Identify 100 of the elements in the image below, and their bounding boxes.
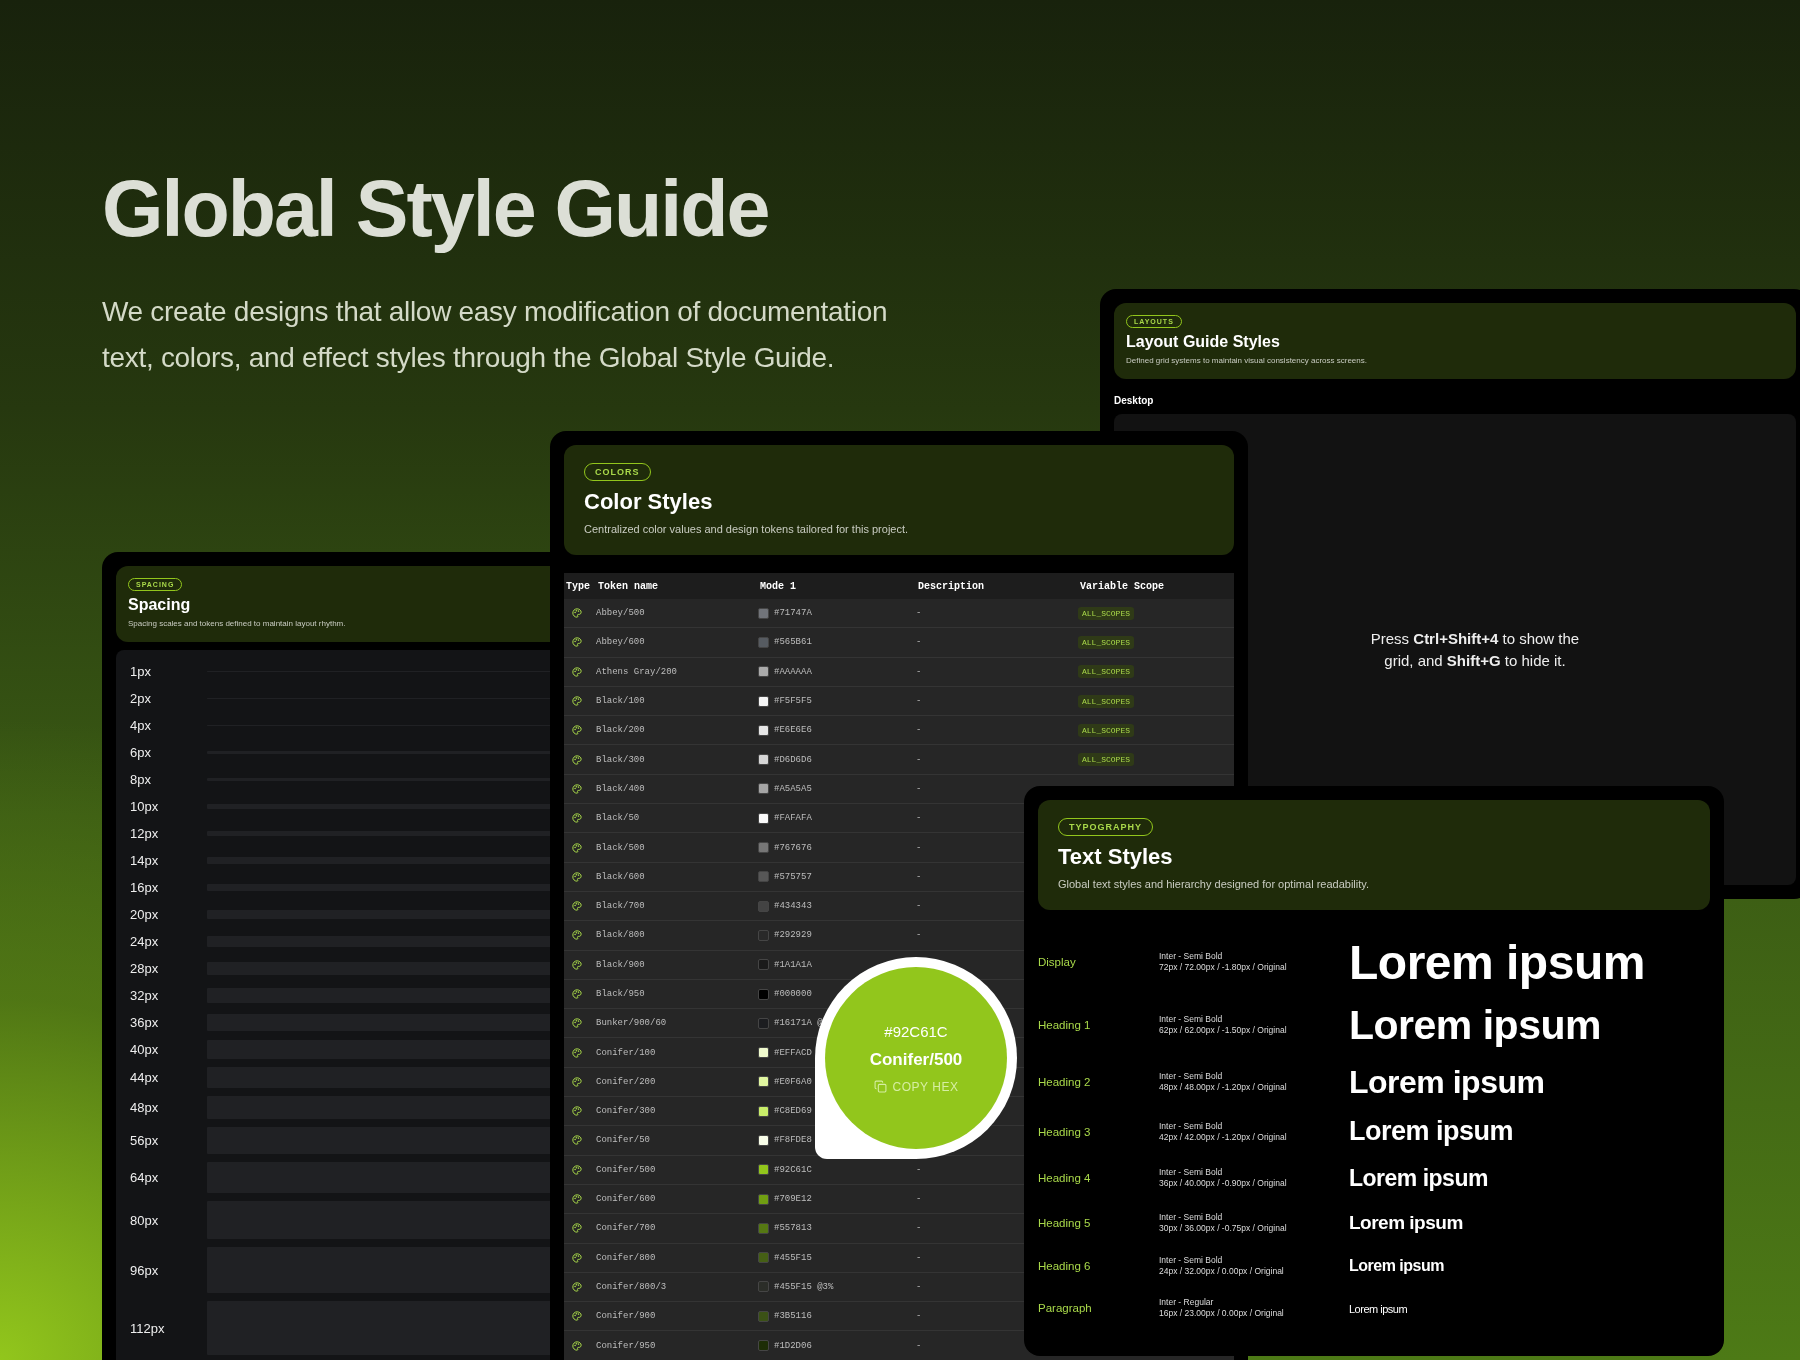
type-sample: Lorem ipsum [1349, 1001, 1601, 1048]
token-name: Conifer/800/3 [596, 1281, 667, 1292]
spacing-label: 64px [130, 1170, 160, 1186]
panel-description: Spacing scales and tokens defined to maintain layout rhythm. [128, 619, 346, 628]
palette-icon [572, 1311, 582, 1322]
scope-tag: ALL_SCOPES [1078, 635, 1134, 649]
spacing-label: 16px [130, 880, 160, 895]
hex-value: #E6E6E6 [774, 725, 812, 736]
hex-value: #292929 [774, 930, 812, 941]
token-name: Black/300 [596, 754, 645, 765]
grid-hint: Press Ctrl+Shift+4 to show the grid, and Shift+G to hide it. [1369, 628, 1581, 671]
token-name: Conifer/200 [596, 1076, 656, 1087]
palette-icon [572, 608, 582, 619]
style-name: Heading 2 [1038, 1076, 1092, 1088]
hex-value: #AAAAAA [774, 666, 812, 677]
style-name: Heading 3 [1038, 1125, 1092, 1138]
palette-icon [572, 637, 582, 648]
hex-value: #575757 [774, 871, 812, 882]
panel-title: Spacing [128, 596, 191, 614]
scope-tag: ALL_SCOPES [1078, 723, 1134, 737]
palette-icon [572, 1164, 582, 1175]
panel-description: Centralized color values and design tokens tailored for this project. [584, 523, 909, 535]
description-cell: - [916, 1164, 922, 1175]
palette-icon [572, 1047, 582, 1058]
section-label: Desktop [1114, 395, 1155, 406]
font-name: Inter - Semi Bold [1159, 1167, 1224, 1178]
palette-icon [572, 1340, 582, 1351]
spacing-label: 44px [130, 1070, 160, 1086]
spacing-label: 10px [130, 799, 160, 814]
panel-title: Layout Guide Styles [1126, 333, 1280, 351]
spacing-label: 1px [130, 664, 152, 679]
token-name: Black/950 [596, 989, 645, 999]
style-name: Heading 5 [1038, 1217, 1092, 1229]
palette-icon [572, 989, 582, 999]
page-subtitle: We create designs that allow easy modification of documentation text, colors, and effect styles through the Global Style Guide. [102, 294, 889, 375]
tooltip-hex: #92C61C [884, 1022, 948, 1040]
token-name: Black/500 [596, 842, 645, 853]
palette-icon [572, 783, 582, 794]
description-cell: - [916, 637, 922, 648]
token-name: Black/100 [596, 696, 645, 707]
spacing-label: 56px [130, 1133, 160, 1149]
spacing-label: 40px [130, 1042, 160, 1058]
token-name: Abbey/600 [596, 637, 645, 648]
hex-value: #709E12 [774, 1194, 812, 1205]
palette-icon [572, 1223, 582, 1234]
column-header: Description [918, 580, 985, 592]
column-header: Variable Scope [1080, 580, 1165, 592]
font-metrics: 72px / 72.00px / -1.80px / Original [1159, 962, 1288, 973]
palette-icon [572, 930, 582, 941]
spacing-label: 48px [130, 1100, 160, 1116]
spacing-label: 4px [130, 718, 152, 733]
token-name: Black/700 [596, 901, 645, 912]
scope-tag: ALL_SCOPES [1078, 694, 1134, 708]
style-name: Heading 1 [1038, 1019, 1092, 1031]
panel-description: Defined grid systems to maintain visual consistency across screens. [1126, 356, 1367, 365]
description-cell: - [916, 1311, 922, 1322]
panel-description: Global text styles and hierarchy designed for optimal readability. [1058, 878, 1369, 890]
description-cell: - [916, 842, 922, 853]
font-metrics: 30px / 36.00px / -0.75px / Original [1159, 1223, 1288, 1234]
hex-value: #557813 [774, 1223, 812, 1234]
spacing-label: 20px [130, 907, 160, 922]
token-name: Conifer/50 [596, 1135, 650, 1146]
description-cell: - [916, 725, 922, 736]
hex-value: #EFFACD [774, 1047, 812, 1058]
spacing-label: 32px [130, 988, 160, 1003]
hex-value: #F5F5F5 [774, 696, 812, 707]
spacing-label: 8px [130, 772, 152, 787]
token-name: Black/400 [596, 783, 645, 794]
copy-hex-button[interactable]: COPY HEX [873, 1079, 959, 1094]
description-cell: - [916, 783, 922, 794]
description-cell: - [916, 1194, 922, 1205]
token-name: Black/900 [596, 959, 645, 970]
token-name: Bunker/900/60 [596, 1018, 667, 1029]
token-name: Conifer/500 [596, 1164, 656, 1175]
hex-value: #A5A5A5 [774, 783, 812, 794]
hex-value: #92C61C [774, 1164, 812, 1175]
description-cell: - [916, 608, 922, 619]
tooltip-color-name: Conifer/500 [869, 1049, 963, 1070]
type-sample: Lorem ipsum [1349, 935, 1645, 989]
palette-icon [572, 696, 582, 707]
description-cell: - [916, 813, 922, 824]
panel-title: Color Styles [584, 489, 713, 515]
hex-value: #455F15 @3% [774, 1281, 834, 1292]
font-metrics: 42px / 42.00px / -1.20px / Original [1159, 1131, 1288, 1143]
spacing-label: 12px [130, 826, 160, 841]
panel-title: Text Styles [1058, 844, 1173, 870]
token-name: Black/200 [596, 725, 645, 736]
palette-icon [572, 1281, 582, 1292]
copy-icon [873, 1080, 887, 1093]
token-name: Abbey/500 [596, 608, 645, 619]
font-name: Inter - Semi Bold [1159, 1212, 1224, 1223]
spacing-label: 28px [130, 961, 160, 976]
type-sample: Lorem ipsum [1349, 1164, 1488, 1191]
description-cell: - [916, 1223, 922, 1234]
hex-value: #3B5116 [774, 1311, 812, 1322]
token-name: Conifer/300 [596, 1106, 656, 1117]
palette-icon [572, 666, 582, 677]
hex-value: #71747A [774, 608, 812, 619]
hex-value: #D6D6D6 [774, 754, 812, 765]
palette-icon [572, 1194, 582, 1205]
